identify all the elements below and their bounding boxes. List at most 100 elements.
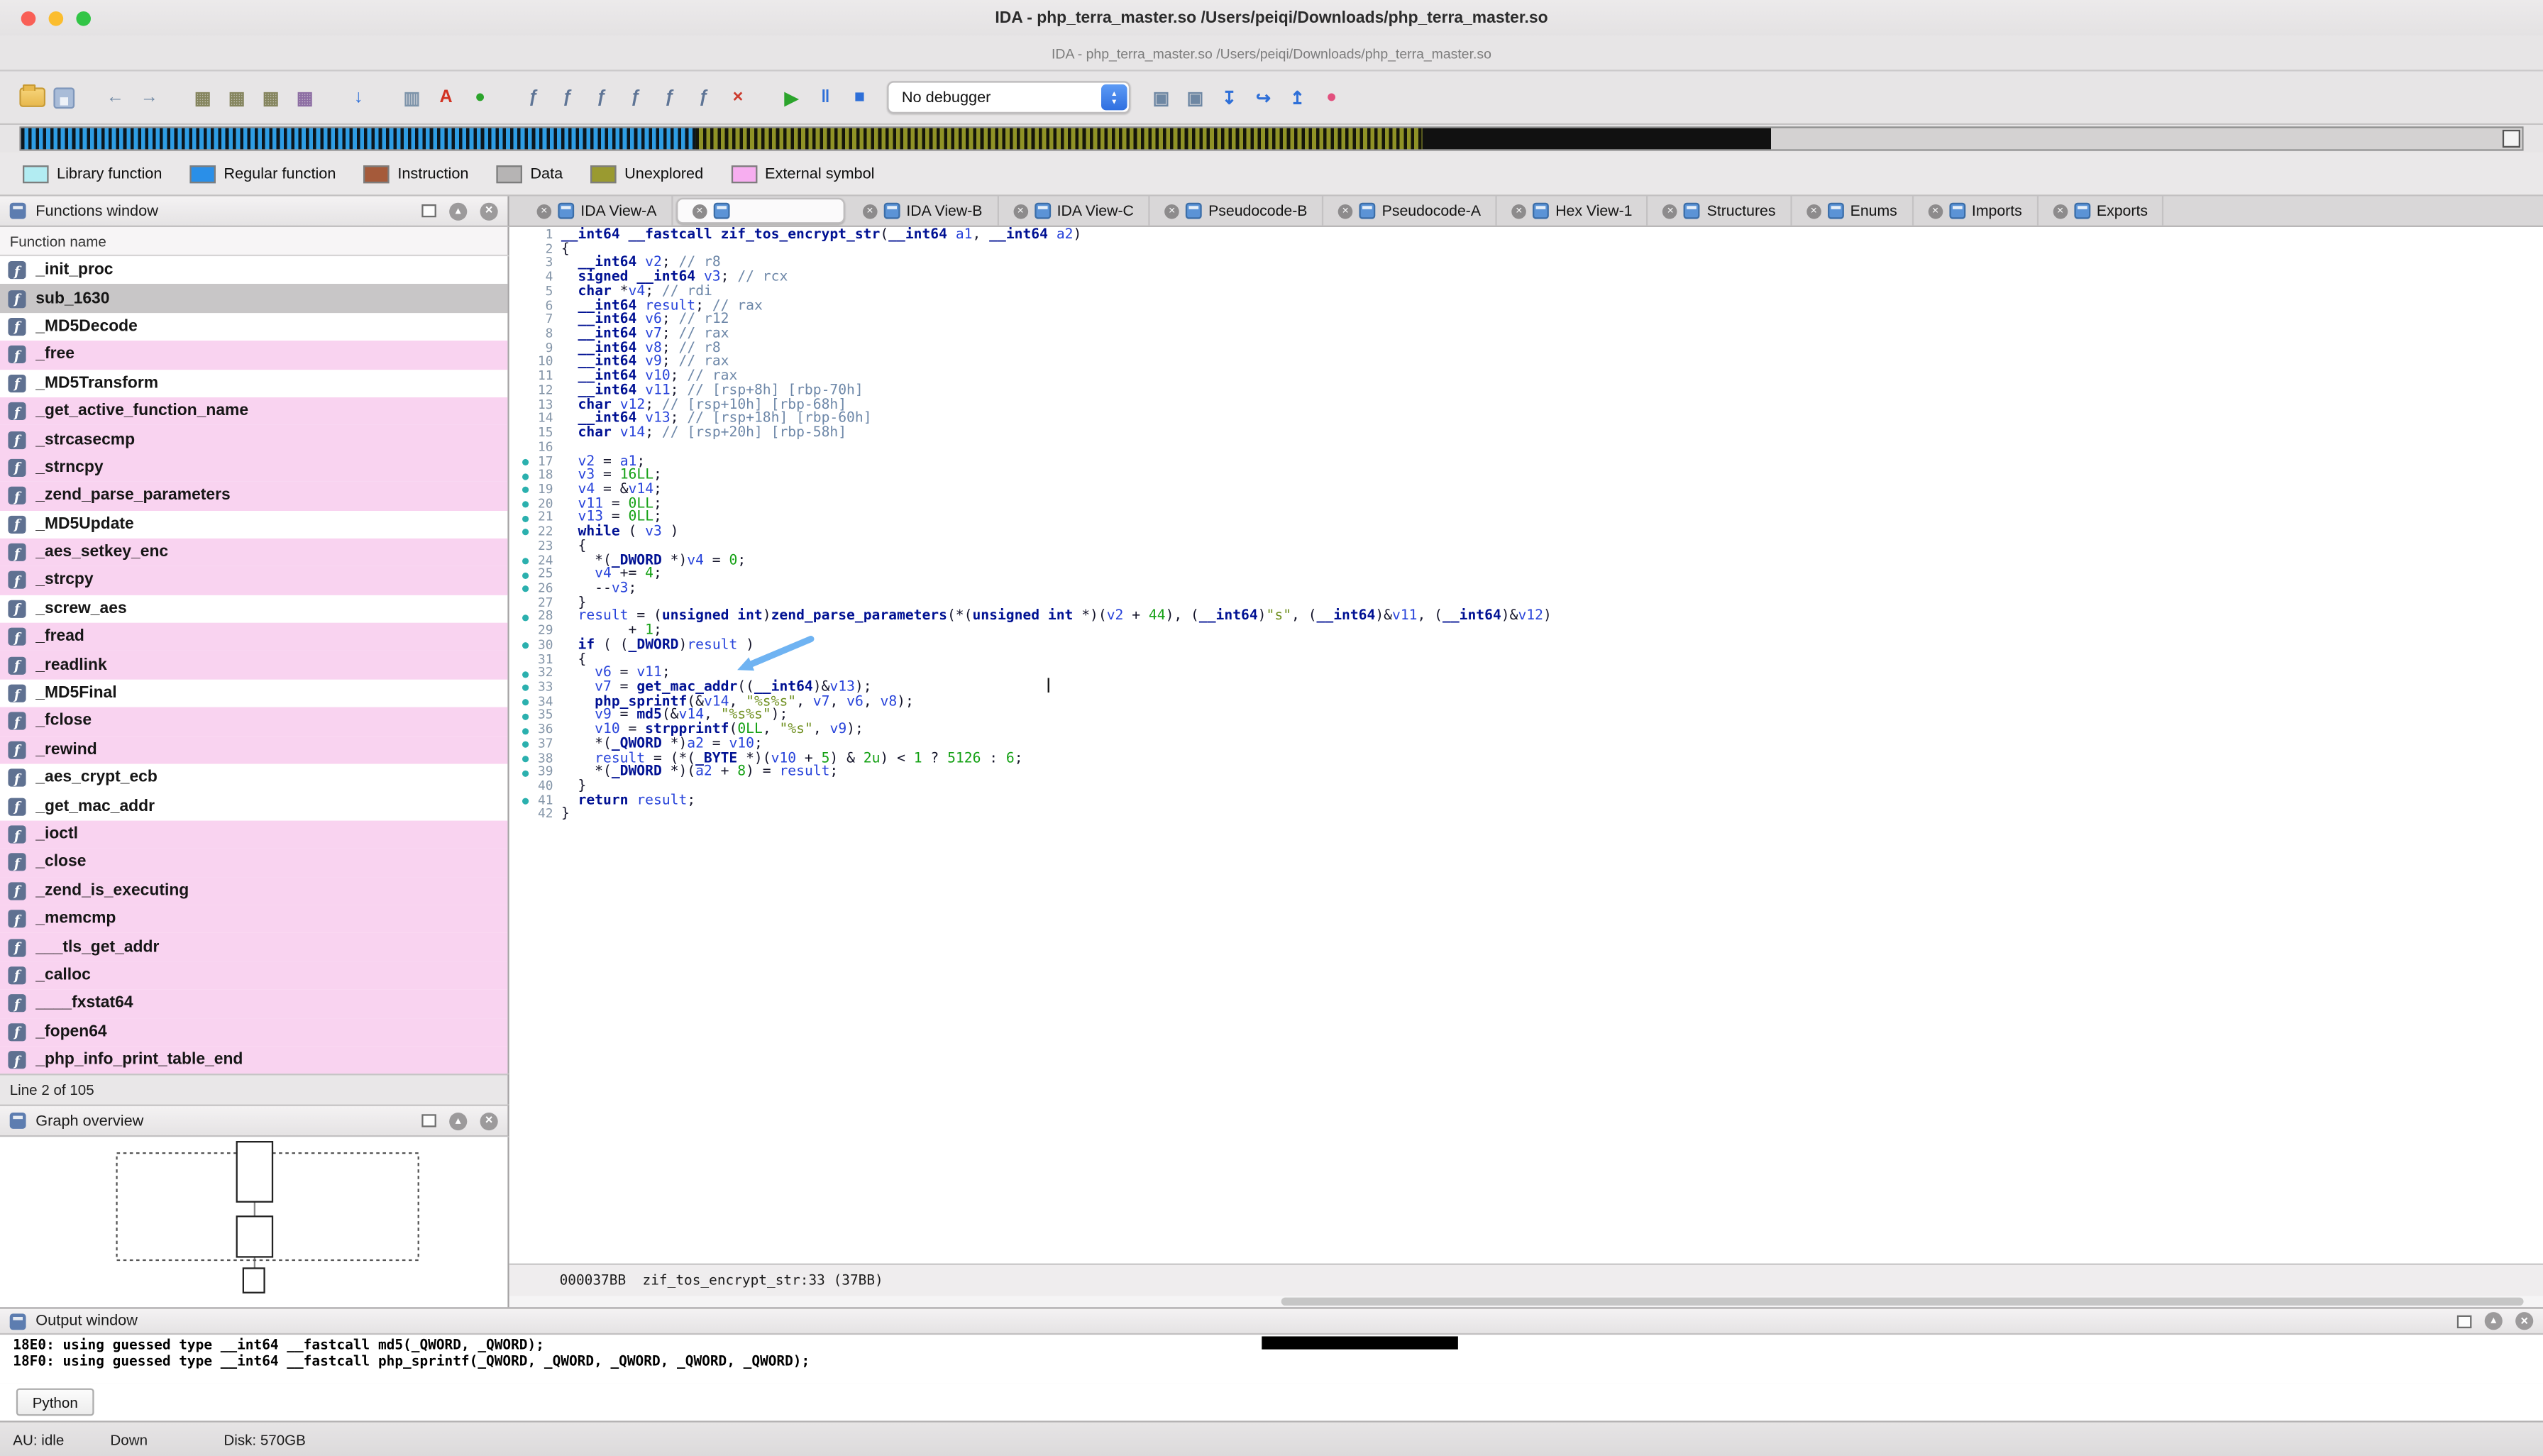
tab-ida-view-a[interactable]: IDA View-A — [522, 197, 673, 226]
code-line[interactable]: 25 v4 += 4; — [516, 568, 2543, 583]
code-line[interactable]: 42} — [516, 808, 2543, 822]
select-stepper-icon[interactable] — [1101, 84, 1127, 111]
search-immediate-icon[interactable]: ▦ — [258, 84, 284, 111]
function-row[interactable]: _get_mac_addr — [0, 792, 507, 820]
output-window-log[interactable]: 18E0: using guessed type __int64 __fastc… — [0, 1335, 2543, 1384]
function-row[interactable]: _close — [0, 849, 507, 877]
function-row[interactable]: _calloc — [0, 961, 507, 990]
navigate-forward-icon[interactable]: → — [136, 84, 162, 111]
jump-address-icon[interactable]: ↓ — [346, 84, 372, 111]
code-line[interactable]: 3 __int64 v2; // r8 — [516, 257, 2543, 271]
tab-close-icon[interactable] — [1928, 204, 1943, 219]
function-row[interactable]: _strcasecmp — [0, 426, 507, 454]
code-line[interactable]: 7 __int64 v6; // r12 — [516, 314, 2543, 328]
run-until-return-icon[interactable]: ↥ — [1284, 84, 1311, 111]
function-row[interactable]: _ioctl — [0, 820, 507, 849]
navband-segment-regular-function[interactable] — [21, 128, 697, 150]
attach-process-icon[interactable]: ▣ — [1148, 84, 1174, 111]
maximize-panel-icon[interactable] — [449, 1112, 467, 1130]
start-process-icon[interactable]: ▶ — [778, 84, 805, 111]
code-line[interactable]: 41 return result; — [516, 794, 2543, 808]
code-line[interactable]: 39 *(_DWORD *)(a2 + 8) = result; — [516, 766, 2543, 781]
function-row[interactable]: sub_1630 — [0, 285, 507, 313]
code-line[interactable]: 9 __int64 v8; // r8 — [516, 342, 2543, 356]
code-line[interactable]: 36 v10 = strpprintf(0LL, "%s", v9); — [516, 724, 2543, 738]
tab-hex-view-1[interactable]: Hex View-1 — [1497, 197, 1648, 226]
code-line[interactable]: 24 *(_DWORD *)v4 = 0; — [516, 554, 2543, 568]
close-window-icon[interactable] — [21, 11, 36, 26]
code-line[interactable]: 22 while ( v3 ) — [516, 526, 2543, 540]
code-line[interactable]: 5 char *v4; // rdi — [516, 285, 2543, 299]
function-row[interactable]: _zend_parse_parameters — [0, 482, 507, 510]
code-line[interactable]: 20 v11 = 0LL; — [516, 497, 2543, 512]
function-row[interactable]: _free — [0, 341, 507, 369]
code-line[interactable]: 26 --v3; — [516, 583, 2543, 597]
navband-segment-empty[interactable] — [1772, 128, 2522, 150]
float-panel-icon[interactable] — [421, 1114, 436, 1127]
function-row[interactable]: _MD5Decode — [0, 313, 507, 341]
step-over-icon[interactable]: ↪ — [1250, 84, 1276, 111]
function-row[interactable]: _fopen64 — [0, 1017, 507, 1046]
tab-close-icon[interactable] — [1663, 204, 1678, 219]
pause-process-icon[interactable]: ‖ — [812, 84, 839, 111]
code-line[interactable]: 28 result = (unsigned int)zend_parse_par… — [516, 610, 2543, 624]
tab-close-icon[interactable] — [1512, 204, 1527, 219]
stop-process-icon[interactable]: ■ — [846, 84, 873, 111]
close-panel-icon[interactable] — [480, 202, 498, 220]
search-problems-icon[interactable]: ▦ — [292, 84, 318, 111]
code-line[interactable]: 18 v3 = 16LL; — [516, 469, 2543, 483]
code-line[interactable]: 40 } — [516, 781, 2543, 795]
tab-close-icon[interactable] — [863, 204, 878, 219]
function-row[interactable]: _fread — [0, 623, 507, 651]
undefine-icon[interactable]: × — [725, 84, 751, 111]
code-line[interactable]: 10 __int64 v9; // rax — [516, 356, 2543, 370]
code-line[interactable]: 34 php_sprintf(&v14, "%s%s", v7, v6, v8)… — [516, 695, 2543, 710]
function-row[interactable]: _screw_aes — [0, 595, 507, 623]
function-row[interactable]: _php_info_print_table_end — [0, 1046, 507, 1074]
code-line[interactable]: 23 { — [516, 540, 2543, 554]
code-line[interactable]: 8 __int64 v7; // rax — [516, 328, 2543, 342]
zoom-window-icon[interactable] — [76, 11, 91, 26]
scrollbar-thumb[interactable] — [1281, 1298, 2524, 1306]
function-row[interactable]: _MD5Update — [0, 510, 507, 539]
close-panel-icon[interactable] — [480, 1112, 498, 1130]
open-file-icon[interactable] — [19, 87, 45, 106]
pseudocode-view[interactable]: 1__int64 __fastcall zif_tos_encrypt_str(… — [509, 227, 2543, 1264]
text-search-icon[interactable]: A — [433, 84, 459, 111]
set-function-type-icon[interactable]: ƒ — [589, 84, 615, 111]
function-row[interactable]: _fclose — [0, 707, 507, 736]
function-row[interactable]: _zend_is_executing — [0, 877, 507, 905]
navigation-band[interactable] — [19, 126, 2523, 150]
create-function-icon[interactable]: ƒ — [521, 84, 547, 111]
code-line[interactable]: 19 v4 = &v14; — [516, 483, 2543, 497]
code-line[interactable]: 2{ — [516, 243, 2543, 257]
function-row[interactable]: ____fxstat64 — [0, 990, 507, 1018]
function-name-column-header[interactable]: Function name — [0, 227, 509, 256]
tab-pseudocode-b[interactable]: Pseudocode-B — [1150, 197, 1324, 226]
minimize-window-icon[interactable] — [49, 11, 64, 26]
function-row[interactable]: _memcmp — [0, 905, 507, 933]
function-row[interactable]: _init_proc — [0, 256, 507, 285]
search-binary-icon[interactable]: ▦ — [189, 84, 216, 111]
tab-pseudocode-a[interactable]: Pseudocode-A — [1323, 197, 1497, 226]
console-input-row[interactable]: Python — [0, 1384, 2543, 1421]
edit-function-icon[interactable]: ƒ — [555, 84, 581, 111]
function-row[interactable]: _get_active_function_name — [0, 397, 507, 426]
horizontal-scrollbar[interactable] — [509, 1296, 2543, 1307]
tab-enums[interactable]: Enums — [1792, 197, 1913, 226]
flow-chart-icon[interactable]: ▥ — [399, 84, 425, 111]
navband-segment-instruction-dense[interactable] — [1421, 128, 1771, 150]
close-panel-icon[interactable] — [2515, 1312, 2533, 1330]
debugger-setup-icon[interactable]: ▣ — [1182, 84, 1208, 111]
code-line[interactable]: 4 signed __int64 v3; // rcx — [516, 271, 2543, 285]
color-instruction-icon[interactable]: ● — [467, 84, 493, 111]
python-interpreter-button[interactable]: Python — [16, 1389, 94, 1416]
create-struct-icon[interactable]: ƒ — [657, 84, 683, 111]
tab-imports[interactable]: Imports — [1914, 197, 2039, 226]
tab-structures[interactable]: Structures — [1648, 197, 1792, 226]
tab-close-icon[interactable] — [2053, 204, 2068, 219]
search-sequence-icon[interactable]: ▦ — [224, 84, 250, 111]
tab-close-icon[interactable] — [537, 204, 552, 219]
maximize-panel-icon[interactable] — [2485, 1312, 2503, 1330]
function-row[interactable]: _aes_setkey_enc — [0, 539, 507, 567]
